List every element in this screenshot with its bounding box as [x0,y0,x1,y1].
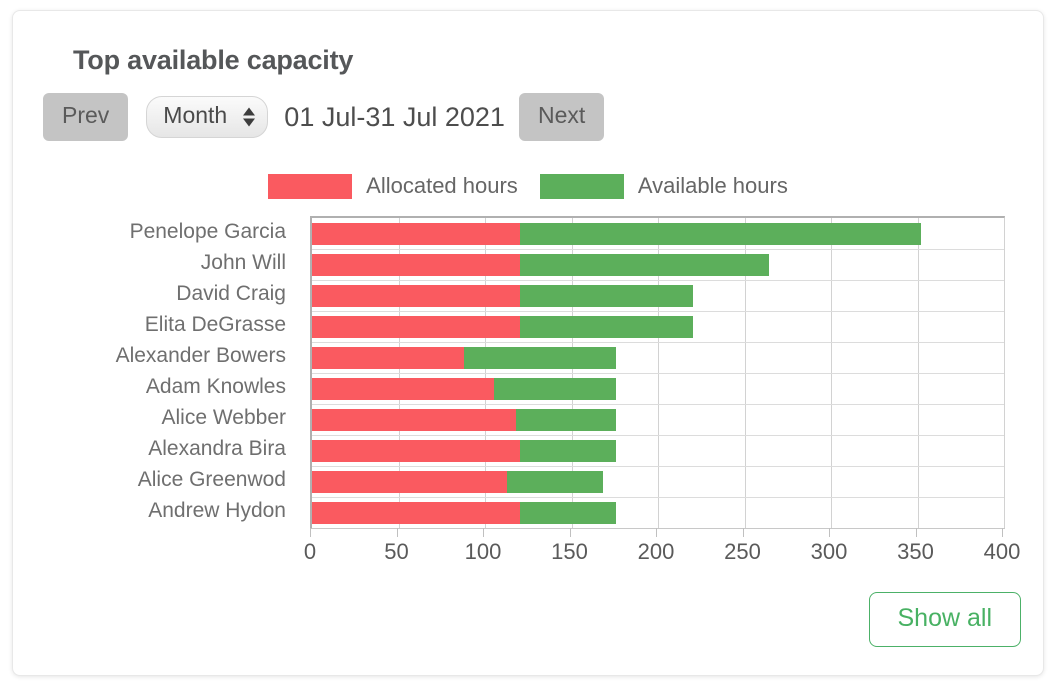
bar-segment-allocated[interactable] [312,501,520,524]
row-separator [312,249,1004,250]
y-axis-label: Alice Greenwod [137,467,286,491]
x-axis-tickmark [483,528,484,537]
x-axis-tickmark [1002,528,1003,537]
y-axis-labels: Penelope Garcia John Will David Craig Elita… [91,216,296,526]
bar-segment-available[interactable] [516,408,617,431]
x-axis-tickmark [569,528,571,537]
row-separator [312,466,1004,467]
bar-segment-available[interactable] [493,377,617,400]
bar-row[interactable] [312,253,769,276]
bar-segment-allocated[interactable] [312,284,520,307]
x-axis-ticklabel: 250 [724,539,761,564]
bar-row[interactable] [312,222,921,245]
bar-segment-available[interactable] [519,501,617,524]
row-separator [312,497,1004,498]
show-all-button[interactable]: Show all [868,591,1021,647]
bar-segment-allocated[interactable] [312,315,520,338]
bar-row[interactable] [312,439,617,462]
page-title: Top available capacity [73,45,354,75]
x-axis-ticklabel: 400 [983,539,1021,564]
bar-segment-allocated[interactable] [312,470,508,493]
gridline [1004,218,1005,528]
legend-label-allocated: Allocated hours [366,173,518,198]
x-axis-tickmark [396,528,398,537]
bar-segment-available[interactable] [519,253,769,276]
bar-segment-allocated[interactable] [312,222,520,245]
next-button[interactable]: Next [518,93,605,141]
y-axis-label: Adam Knowles [145,374,286,398]
bar-row[interactable] [312,470,603,493]
row-separator [312,280,1004,281]
legend-item-available: Available hours [539,173,788,199]
legend-label-available: Available hours [637,173,788,198]
row-separator [312,342,1004,343]
row-separator [312,435,1004,436]
x-axis-ticklabel: 150 [551,539,588,564]
x-axis-tickmark [742,528,744,537]
x-axis-ticklabel: 350 [897,539,934,564]
x-axis: 0 50 100 150 200 250 300 350 400 [304,528,1020,568]
bar-segment-available[interactable] [519,315,693,338]
bar-segment-available[interactable] [519,284,693,307]
legend-item-allocated: Allocated hours [268,173,518,199]
bar-segment-allocated[interactable] [312,439,520,462]
row-separator [312,404,1004,405]
legend-swatch-available [539,173,624,199]
x-axis-tickmark [915,528,917,537]
period-select[interactable]: Month [146,96,269,138]
period-toolbar: Prev Month 01 Jul-31 Jul 2021 Next [43,87,605,147]
y-axis-label: Alexander Bowers [115,343,286,367]
prev-button[interactable]: Prev [43,93,129,141]
bar-row[interactable] [312,377,617,400]
bar-segment-available[interactable] [519,439,617,462]
bar-segment-available[interactable] [464,346,617,369]
legend-swatch-allocated [268,173,353,199]
bar-segment-available[interactable] [507,470,603,493]
row-separator [312,311,1004,312]
bar-segment-allocated[interactable] [312,253,520,276]
x-axis-ticklabel: 50 [384,539,409,564]
x-axis-tickmark [656,528,657,537]
bar-row[interactable] [312,284,693,307]
x-axis-ticklabel: 100 [464,539,502,564]
bar-row[interactable] [312,408,617,431]
x-axis-ticklabel: 0 [303,539,317,564]
y-axis-label: John Will [200,250,286,274]
x-axis-ticklabel: 200 [637,539,675,564]
y-axis-label: Elita DeGrasse [144,312,286,336]
bar-segment-allocated[interactable] [312,377,494,400]
y-axis-label: Alice Webber [161,405,286,429]
y-axis-label: Andrew Hydon [148,498,286,522]
bar-segment-allocated[interactable] [312,346,465,369]
bar-row[interactable] [312,315,693,338]
capacity-widget-card: Top available capacity Prev Month 01 Jul… [12,10,1044,676]
row-separator [312,373,1004,374]
bar-segment-available[interactable] [519,222,921,245]
x-axis-ticklabel: 300 [810,539,848,564]
x-axis-tickmark [310,528,311,537]
period-select-wrapper: Month [128,96,269,138]
chart-legend: Allocated hours Available hours [13,173,1043,199]
plot-area [310,216,1005,529]
bar-row[interactable] [312,501,617,524]
y-axis-label: Penelope Garcia [129,219,286,243]
bar-segment-allocated[interactable] [312,408,517,431]
y-axis-label: David Craig [176,281,286,305]
y-axis-label: Alexandra Bira [148,436,286,460]
date-range-label: 01 Jul-31 Jul 2021 [284,101,505,132]
x-axis-tickmark [829,528,830,537]
capacity-bar-chart: Penelope Garcia John Will David Craig Elita… [91,206,1020,564]
bar-row[interactable] [312,346,617,369]
